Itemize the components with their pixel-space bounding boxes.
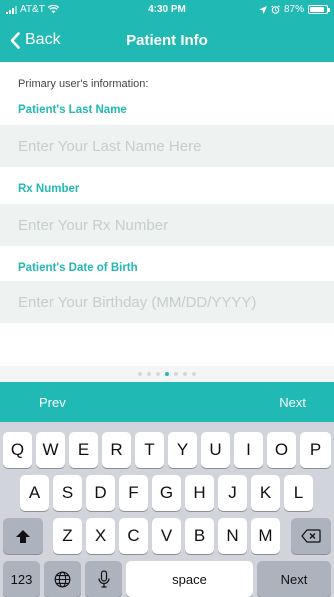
last-name-input[interactable] — [0, 125, 334, 167]
key-h[interactable]: H — [185, 475, 214, 511]
backspace-icon — [301, 529, 321, 543]
navigation-bar: Back Patient Info — [0, 22, 334, 62]
key-x[interactable]: X — [86, 518, 115, 554]
alarm-icon — [271, 5, 280, 14]
key-b[interactable]: B — [185, 518, 214, 554]
key-g[interactable]: G — [152, 475, 181, 511]
keyboard: Q W E R T Y U I O P A S D F G H J K L Z … — [0, 422, 334, 597]
key-p[interactable]: P — [300, 432, 331, 468]
battery-percent: 87% — [283, 4, 304, 15]
page-dot-active — [165, 372, 169, 376]
dictation-key[interactable] — [85, 561, 122, 597]
page-dot — [138, 372, 142, 376]
key-o[interactable]: O — [267, 432, 296, 468]
battery-icon — [308, 5, 330, 14]
key-y[interactable]: Y — [168, 432, 197, 468]
date-of-birth-label: Patient's Date of Birth — [18, 262, 138, 274]
status-right: 87% — [258, 4, 330, 15]
location-arrow-icon — [258, 5, 267, 14]
key-w[interactable]: W — [36, 432, 65, 468]
key-z[interactable]: Z — [53, 518, 82, 554]
page-dot — [147, 372, 151, 376]
key-a[interactable]: A — [20, 475, 49, 511]
key-n[interactable]: N — [218, 518, 247, 554]
key-i[interactable]: I — [234, 432, 263, 468]
rx-number-input[interactable] — [0, 204, 334, 246]
last-name-label: Patient's Last Name — [18, 104, 127, 116]
key-f[interactable]: F — [119, 475, 148, 511]
key-t[interactable]: T — [135, 432, 164, 468]
top-bar: AT&T 4:30 PM 87% Back Patient Info — [0, 0, 334, 62]
rx-number-label: Rx Number — [18, 183, 80, 195]
key-k[interactable]: K — [251, 475, 280, 511]
shift-icon — [16, 529, 30, 543]
space-key[interactable]: space — [126, 561, 253, 597]
globe-key[interactable] — [44, 561, 81, 597]
key-e[interactable]: E — [69, 432, 98, 468]
next-button[interactable]: Next — [279, 395, 306, 410]
numbers-key[interactable]: 123 — [3, 561, 40, 597]
date-of-birth-input[interactable] — [0, 281, 334, 323]
key-r[interactable]: R — [102, 432, 131, 468]
key-s[interactable]: S — [53, 475, 82, 511]
key-j[interactable]: J — [218, 475, 247, 511]
page-indicator — [0, 366, 334, 382]
key-u[interactable]: U — [201, 432, 230, 468]
form-intro: Primary user's information: — [18, 78, 149, 90]
key-m[interactable]: M — [251, 518, 280, 554]
key-c[interactable]: C — [119, 518, 148, 554]
return-next-key[interactable]: Next — [257, 561, 331, 597]
shift-key[interactable] — [3, 518, 43, 554]
key-q[interactable]: Q — [3, 432, 32, 468]
key-d[interactable]: D — [86, 475, 115, 511]
keyboard-accessory-bar: Prev Next — [0, 382, 334, 422]
globe-icon — [54, 571, 71, 587]
page-dot — [156, 372, 160, 376]
status-bar: AT&T 4:30 PM 87% — [0, 0, 334, 20]
page-dot — [183, 372, 187, 376]
key-l[interactable]: L — [284, 475, 313, 511]
page-dot — [174, 372, 178, 376]
page-dot — [192, 372, 196, 376]
delete-key[interactable] — [291, 518, 331, 554]
key-v[interactable]: V — [152, 518, 181, 554]
page-title: Patient Info — [126, 32, 208, 49]
prev-button[interactable]: Prev — [39, 395, 66, 410]
microphone-icon — [97, 570, 110, 588]
